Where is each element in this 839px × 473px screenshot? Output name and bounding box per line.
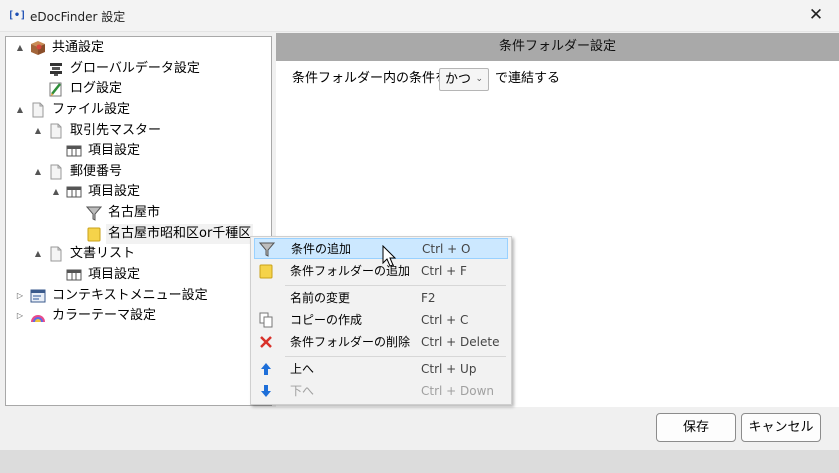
expander-icon[interactable]: ▷ (14, 306, 26, 326)
delete-icon (258, 334, 274, 350)
window-title: eDocFinder 設定 (30, 10, 126, 24)
menu-item-shortcut: F2 (421, 291, 436, 305)
table-icon (66, 267, 82, 283)
menu-item-shortcut: Ctrl + O (422, 242, 471, 256)
tree-item-label: ファイル設定 (52, 102, 131, 117)
menu-item-label: 条件の追加 (291, 242, 352, 256)
menu-item-label: 名前の変更 (290, 291, 351, 305)
menu-item-duplicate[interactable]: コピーの作成 Ctrl + C (254, 310, 508, 331)
menu-item-move-up[interactable]: 上へ Ctrl + Up (254, 359, 508, 380)
menu-item-label: 上へ (290, 362, 315, 376)
color-theme-icon (30, 308, 46, 324)
condition-suffix-label: で連結する (495, 71, 561, 86)
menu-item-label: コピーの作成 (290, 313, 363, 327)
tree-item-label: 共通設定 (52, 40, 105, 55)
tree-item-label: 項目設定 (88, 143, 141, 158)
menu-separator (285, 285, 506, 286)
database-icon (48, 61, 64, 77)
arrow-down-icon (258, 383, 274, 399)
chevron-down-icon: ⌄ (475, 74, 483, 84)
tree-item-label: グローバルデータ設定 (70, 61, 200, 76)
settings-tree[interactable]: ▲ 共通設定 グローバルデータ設定 ログ設定 ▲ ファイル設定 ▲ 取引先マスタ… (5, 36, 272, 406)
expander-icon[interactable]: ▲ (32, 244, 44, 264)
tree-item-label: 名古屋市 (108, 205, 161, 220)
context-menu-icon (30, 288, 46, 304)
file-icon (48, 246, 64, 262)
filter-icon (85, 205, 103, 221)
tree-item-label: 取引先マスター (70, 123, 162, 138)
tree-item-label: カラーテーマ設定 (52, 308, 157, 323)
panel-header: 条件フォルダー設定 (276, 33, 839, 61)
tree-item-label: 名古屋市昭和区or千種区 (106, 224, 254, 244)
context-menu: 条件の追加 Ctrl + O 条件フォルダーの追加 Ctrl + F 名前の変更… (250, 236, 512, 405)
arrow-up-icon (258, 361, 274, 377)
menu-item-move-down[interactable]: 下へ Ctrl + Down (254, 381, 508, 402)
edocfinder-app-icon: [•] (8, 10, 27, 21)
status-bar (0, 450, 839, 473)
menu-item-add-condition-folder[interactable]: 条件フォルダーの追加 Ctrl + F (254, 261, 508, 282)
expander-icon[interactable]: ▷ (14, 286, 26, 306)
tree-item-label: 項目設定 (88, 184, 141, 199)
menu-item-shortcut: Ctrl + F (421, 264, 467, 278)
menu-item-shortcut: Ctrl + C (421, 313, 469, 327)
tree-item-label: ログ設定 (70, 81, 123, 96)
file-icon (48, 164, 64, 180)
folder-icon (86, 226, 102, 242)
save-button[interactable]: 保存 (656, 413, 736, 442)
folder-icon (258, 263, 274, 279)
expander-icon[interactable]: ▲ (50, 182, 62, 202)
title-bar: [•] eDocFinder 設定 ✕ (0, 0, 839, 32)
expander-icon[interactable]: ▲ (32, 162, 44, 182)
file-icon (48, 123, 64, 139)
copy-icon (258, 312, 274, 328)
tree-item-label: 郵便番号 (70, 164, 123, 179)
log-edit-icon (48, 81, 64, 97)
menu-item-delete-condition-folder[interactable]: 条件フォルダーの削除 Ctrl + Delete (254, 332, 508, 353)
table-icon (66, 184, 82, 200)
menu-item-shortcut: Ctrl + Delete (421, 335, 500, 349)
expander-icon[interactable]: ▲ (14, 100, 26, 120)
menu-separator (285, 356, 506, 357)
file-icon (30, 102, 46, 118)
expander-icon[interactable]: ▲ (14, 38, 26, 58)
menu-item-label: 下へ (290, 384, 315, 398)
package-icon (30, 40, 46, 56)
tree-item-label: コンテキストメニュー設定 (52, 288, 208, 303)
tree-item-label: 文書リスト (70, 246, 136, 261)
condition-join-value: かつ (445, 72, 472, 87)
menu-item-shortcut: Ctrl + Down (421, 384, 495, 398)
close-button[interactable]: ✕ (793, 0, 839, 32)
menu-item-label: 条件フォルダーの削除 (290, 335, 411, 349)
filter-icon (258, 241, 276, 257)
mouse-cursor-icon (382, 244, 398, 269)
condition-join-select[interactable]: かつ ⌄ (439, 68, 489, 91)
condition-prefix-label: 条件フォルダー内の条件を (292, 71, 449, 86)
table-icon (66, 143, 82, 159)
menu-item-add-condition[interactable]: 条件の追加 Ctrl + O (254, 238, 508, 259)
menu-item-shortcut: Ctrl + Up (421, 362, 477, 376)
close-icon: ✕ (808, 5, 824, 25)
expander-icon[interactable]: ▲ (32, 121, 44, 141)
cancel-button[interactable]: キャンセル (741, 413, 821, 442)
tree-item-label: 項目設定 (88, 267, 141, 282)
menu-item-rename[interactable]: 名前の変更 F2 (254, 288, 508, 309)
